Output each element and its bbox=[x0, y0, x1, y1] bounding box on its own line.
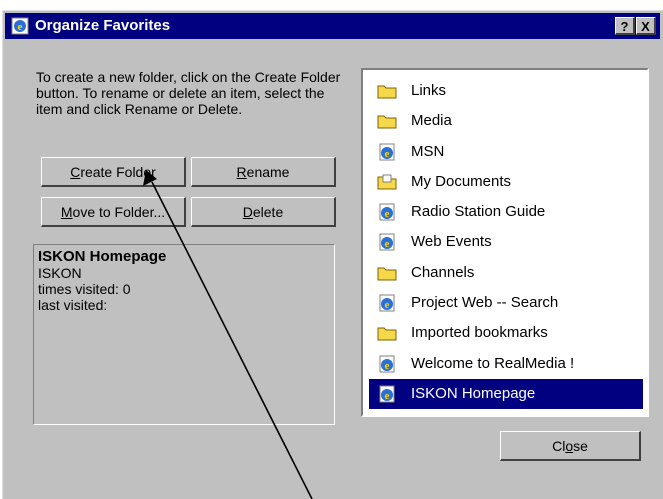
favorites-list-item-label: Web Events bbox=[411, 233, 492, 251]
folder-icon bbox=[377, 115, 397, 129]
ie-page-icon: e bbox=[379, 143, 395, 161]
favorites-list-item[interactable]: Imported bookmarks bbox=[369, 318, 643, 348]
info-times-visited: times visited: 0 bbox=[38, 281, 131, 297]
favorites-list-item-label: My Documents bbox=[411, 172, 512, 190]
favorites-list-item-label: Imported bookmarks bbox=[411, 324, 548, 342]
info-item-name: ISKON Homepage bbox=[38, 248, 167, 265]
close-label: se bbox=[573, 438, 588, 454]
favorites-list-item-label: Links bbox=[411, 82, 447, 99]
info-last-visited: last visited: bbox=[38, 297, 108, 313]
delete-button[interactable]: Delete bbox=[191, 197, 336, 227]
favorites-list-item[interactable]: e MSN bbox=[369, 137, 643, 167]
ie-page-icon: e bbox=[379, 294, 395, 312]
favorites-list-item[interactable]: Media bbox=[369, 106, 643, 136]
folder-icon bbox=[377, 85, 397, 99]
window-title: Organize Favorites bbox=[35, 17, 171, 34]
svg-text:e: e bbox=[385, 238, 390, 250]
svg-text:e: e bbox=[385, 148, 390, 160]
rename-button[interactable]: Rename bbox=[191, 157, 336, 187]
favorites-list-item-label: Welcome to RealMedia ! bbox=[411, 354, 575, 372]
favorites-list-item[interactable]: Links bbox=[369, 76, 643, 106]
delete-accel: D bbox=[242, 204, 253, 220]
svg-text:e: e bbox=[18, 21, 23, 33]
favorites-list-item[interactable]: Channels bbox=[369, 258, 643, 288]
favorites-list-item-label: Radio Station Guide bbox=[411, 203, 546, 221]
delete-label: elete bbox=[252, 204, 284, 220]
item-info-panel: ISKON Homepage ISKON times visited: 0 la… bbox=[33, 244, 335, 425]
close-button[interactable]: Close bbox=[500, 431, 641, 461]
ie-page-icon: e bbox=[379, 355, 395, 373]
instructions-text: To create a new folder, click on the Cre… bbox=[36, 69, 341, 118]
favorites-list-item[interactable]: e Web Events bbox=[369, 227, 643, 257]
svg-text:e: e bbox=[385, 390, 390, 402]
move-to-folder-label: ove to Folder... bbox=[72, 204, 166, 220]
svg-text:e: e bbox=[385, 299, 390, 311]
favorites-list-item-label: Channels bbox=[411, 263, 475, 281]
favorites-list-item-label: Project Web -- Search bbox=[411, 294, 559, 312]
favorites-list-item[interactable]: e Project Web -- Search bbox=[369, 288, 643, 318]
folder-icon bbox=[377, 327, 397, 341]
close-accel: o bbox=[565, 438, 574, 454]
ie-page-icon: e bbox=[379, 203, 395, 221]
ie-favorites-icon: e bbox=[11, 17, 29, 35]
svg-text:e: e bbox=[385, 208, 390, 220]
ie-page-icon: e bbox=[379, 385, 395, 403]
favorites-list[interactable]: Links Media e MSN My Documents e Radio Station… bbox=[361, 68, 649, 417]
favorites-list-item[interactable]: e Welcome to RealMedia ! bbox=[369, 349, 643, 379]
favorites-list-item[interactable]: e Radio Station Guide bbox=[369, 197, 643, 227]
create-folder-button[interactable]: Create Folder bbox=[41, 157, 186, 187]
create-folder-label: reate Folder bbox=[80, 164, 156, 180]
help-button[interactable]: ? bbox=[615, 17, 635, 35]
create-folder-accel: C bbox=[70, 164, 81, 180]
svg-text:e: e bbox=[385, 360, 390, 372]
favorites-list-item-label: ISKON Homepage bbox=[411, 384, 536, 402]
move-to-folder-accel: M bbox=[60, 204, 73, 220]
close-window-button[interactable]: X bbox=[636, 17, 656, 35]
my-documents-folder-icon bbox=[377, 174, 397, 190]
favorites-list-item[interactable]: e ISKON Homepage bbox=[369, 378, 643, 410]
favorites-list-item-label: MSN bbox=[411, 142, 445, 160]
folder-icon bbox=[377, 267, 397, 281]
close-pre: Cl bbox=[552, 438, 566, 454]
rename-label: ename bbox=[246, 164, 290, 180]
ie-page-icon: e bbox=[379, 233, 395, 251]
move-to-folder-button[interactable]: Move to Folder... bbox=[41, 197, 186, 227]
favorites-list-item-label: Media bbox=[411, 112, 452, 130]
title-bar[interactable]: e Organize Favorites ? X bbox=[5, 13, 660, 39]
favorites-list-item[interactable]: My Documents bbox=[369, 167, 643, 197]
info-item-url: ISKON bbox=[38, 265, 82, 281]
rename-accel: R bbox=[236, 164, 247, 180]
